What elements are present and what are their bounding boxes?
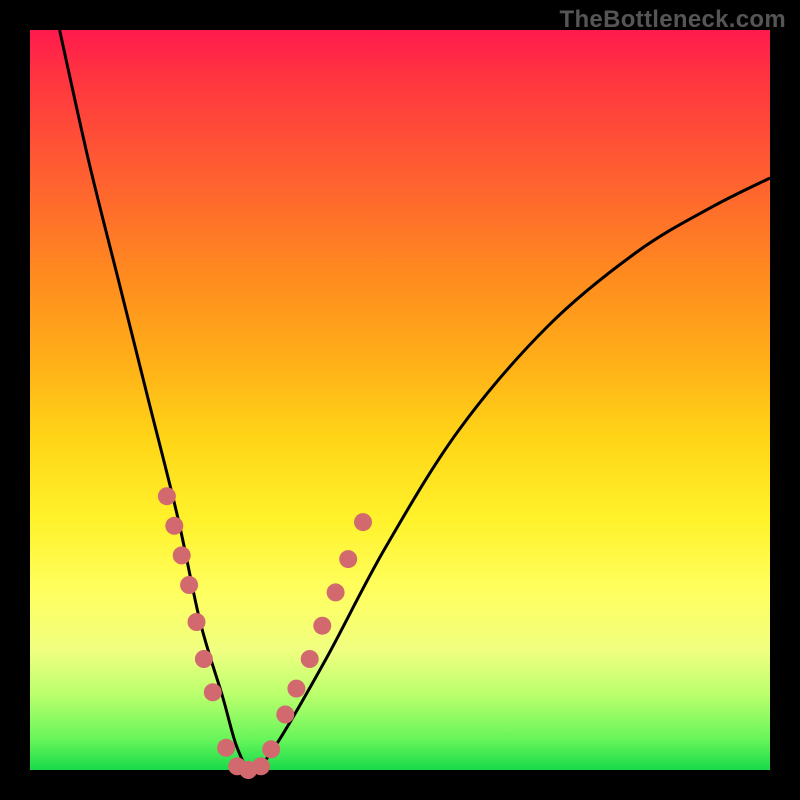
chart-frame: TheBottleneck.com (0, 0, 800, 800)
data-point (180, 576, 198, 594)
data-point (195, 650, 213, 668)
data-point (217, 739, 235, 757)
data-point (287, 680, 305, 698)
data-point (204, 683, 222, 701)
data-point (301, 650, 319, 668)
plot-area (30, 30, 770, 770)
data-point (158, 487, 176, 505)
data-point (313, 617, 331, 635)
data-point (173, 546, 191, 564)
watermark-text: TheBottleneck.com (560, 6, 786, 34)
data-point (327, 583, 345, 601)
bottleneck-curve (60, 30, 770, 770)
data-point (252, 757, 270, 775)
data-point (188, 613, 206, 631)
chart-svg (30, 30, 770, 770)
data-point (276, 706, 294, 724)
data-point (354, 513, 372, 531)
data-point (339, 550, 357, 568)
data-point (262, 740, 280, 758)
data-point (165, 517, 183, 535)
